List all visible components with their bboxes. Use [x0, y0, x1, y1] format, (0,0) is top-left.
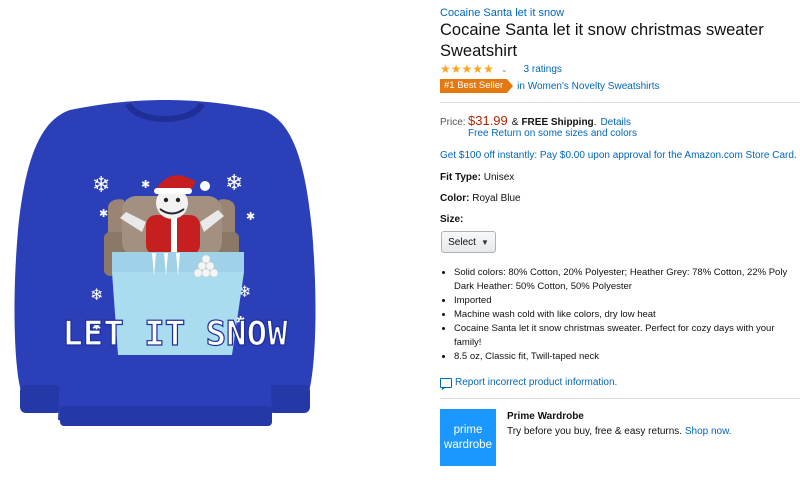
chevron-down-icon[interactable]: ⌄	[501, 65, 508, 74]
sweater-illustration: ❄ ❄ ❄ ❄ ✱ ✱ ✱ ✱ ✱ LET IT SNOW	[14, 100, 316, 426]
svg-text:❄: ❄	[225, 171, 243, 196]
star-icon: ★	[461, 62, 473, 76]
fit-type-value: Unisex	[483, 172, 515, 183]
prime-wardrobe-description: Try before you buy, free & easy returns.…	[507, 426, 732, 437]
feature-bullet: Machine wash cold with like colors, dry …	[454, 308, 800, 322]
price-label: Price:	[440, 117, 466, 128]
svg-text:✱: ✱	[141, 178, 150, 191]
color-value: Royal Blue	[472, 193, 521, 204]
free-return-link[interactable]: Free Return on some sizes and colors	[468, 128, 637, 139]
prime-wardrobe-title: Prime Wardrobe	[507, 411, 584, 422]
report-info-link[interactable]: Report incorrect product information.	[455, 377, 617, 388]
free-shipping-text: FREE Shipping.	[521, 117, 597, 128]
report-info[interactable]: Report incorrect product information.	[440, 377, 617, 390]
star-icon: ★	[472, 62, 484, 76]
fit-type: Fit Type: Unisex	[440, 172, 514, 183]
best-seller-category-link[interactable]: in Women's Novelty Sweatshirts	[517, 81, 659, 92]
brand-link[interactable]: Cocaine Santa let it snow	[440, 7, 564, 19]
star-icon: ★	[450, 62, 462, 76]
store-card-promo-link[interactable]: Get $100 off instantly: Pay $0.00 upon a…	[440, 150, 797, 161]
comment-icon	[440, 377, 452, 390]
color-label: Color:	[440, 193, 470, 204]
price-row: Price: $31.99 & FREE Shipping. Details	[440, 113, 631, 128]
size-label: Size:	[440, 214, 464, 225]
svg-text:✱: ✱	[99, 207, 108, 220]
star-icon: ★	[440, 62, 451, 76]
best-seller-badge: #1 Best Seller	[440, 79, 514, 93]
feature-bullet: Cocaine Santa let it snow christmas swea…	[454, 322, 800, 336]
product-details: Cocaine Santa let it snow Cocaine Santa …	[440, 0, 800, 480]
fit-type-label: Fit Type:	[440, 172, 481, 183]
shipping-details-link[interactable]: Details	[600, 117, 631, 128]
star-rating[interactable]: ★ ★ ★ ★ ★	[440, 63, 494, 75]
divider	[440, 102, 800, 103]
price-value: $31.99	[468, 113, 508, 128]
product-title: Cocaine Santa let it snow christmas swea…	[440, 21, 764, 60]
divider	[440, 398, 800, 399]
svg-text:❄: ❄	[90, 285, 103, 304]
svg-text:✱: ✱	[246, 210, 255, 223]
sweater-slogan: LET IT SNOW	[62, 314, 288, 354]
feature-bullets: Solid colors: 80% Cotton, 20% Polyester;…	[440, 266, 800, 364]
prime-wardrobe-logo-line2: wardrobe	[444, 438, 492, 451]
feature-bullet-continuation: Dark Heather: 50% Cotton, 50% Polyester	[454, 281, 632, 292]
svg-text:❄: ❄	[92, 173, 110, 198]
feature-bullet: 8.5 oz, Classic fit, Twill-taped neck	[454, 350, 800, 364]
price-amp: &	[511, 117, 519, 128]
size-select-value: Select	[448, 236, 476, 248]
size-select-dropdown[interactable]: Select ▼	[441, 231, 496, 253]
star-icon: ★	[483, 62, 494, 76]
best-seller-row: #1 Best Seller in Women's Novelty Sweats…	[440, 79, 660, 93]
prime-wardrobe-logo-line1: prime	[453, 423, 483, 436]
feature-bullet: Solid colors: 80% Cotton, 20% Polyester;…	[454, 266, 800, 280]
ratings-count-link[interactable]: 3 ratings	[524, 64, 562, 75]
shop-now-link[interactable]: Shop now.	[685, 426, 732, 437]
color-option: Color: Royal Blue	[440, 193, 521, 204]
chevron-down-icon: ▼	[480, 237, 489, 247]
feature-bullet: Imported	[454, 294, 800, 308]
prime-wardrobe-logo: prime wardrobe	[440, 409, 496, 466]
product-image[interactable]: ❄ ❄ ❄ ❄ ✱ ✱ ✱ ✱ ✱ LET IT SNOW	[0, 0, 330, 480]
rating-row: ★ ★ ★ ★ ★ ⌄ 3 ratings	[440, 62, 562, 76]
feature-bullet-continuation: family!	[454, 337, 482, 348]
prime-wardrobe-desc-text: Try before you buy, free & easy returns.	[507, 426, 683, 437]
